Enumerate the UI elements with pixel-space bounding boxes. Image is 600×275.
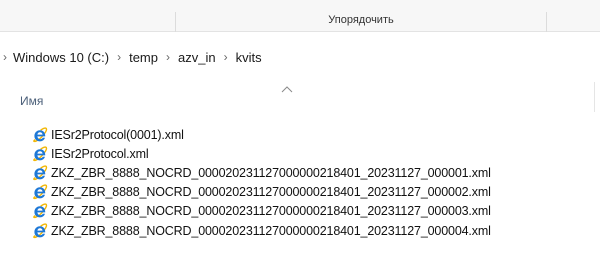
address-bar[interactable]: › Windows 10 (C:) › temp › azv_in › kvit…: [0, 44, 600, 70]
file-name: IESr2Protocol(0001).xml: [51, 127, 184, 142]
file-row[interactable]: IESr2Protocol(0001).xml: [0, 125, 600, 144]
chevron-right-icon[interactable]: ›: [117, 50, 121, 64]
file-name: ZKZ_ZBR_8888_NOCRD_000020231127000000218…: [51, 204, 491, 219]
file-name: ZKZ_ZBR_8888_NOCRD_000020231127000000218…: [51, 165, 491, 180]
internet-explorer-xml-icon: [33, 165, 48, 181]
file-name: ZKZ_ZBR_8888_NOCRD_000020231127000000218…: [51, 223, 491, 238]
breadcrumb-drive[interactable]: Windows 10 (C:): [13, 50, 109, 65]
file-name: IESr2Protocol.xml: [51, 146, 149, 161]
column-header-name[interactable]: Имя: [20, 94, 43, 108]
breadcrumb-azv-in[interactable]: azv_in: [178, 50, 216, 65]
file-name: ZKZ_ZBR_8888_NOCRD_000020231127000000218…: [51, 185, 491, 200]
chevron-right-icon[interactable]: ›: [166, 50, 170, 64]
file-row[interactable]: ZKZ_ZBR_8888_NOCRD_000020231127000000218…: [0, 183, 600, 202]
breadcrumb-temp[interactable]: temp: [129, 50, 158, 65]
internet-explorer-xml-icon: [33, 146, 48, 161]
ribbon-group-organize: Упорядочить: [328, 14, 394, 26]
sort-asc-icon: [281, 86, 293, 93]
ribbon-separator: [546, 12, 547, 32]
file-row[interactable]: ZKZ_ZBR_8888_NOCRD_000020231127000000218…: [0, 163, 600, 182]
file-list: IESr2Protocol(0001).xml IESr2Protocol.xm…: [0, 125, 600, 240]
breadcrumb-kvits[interactable]: kvits: [236, 50, 262, 65]
file-row[interactable]: ZKZ_ZBR_8888_NOCRD_000020231127000000218…: [0, 202, 600, 221]
chevron-right-icon[interactable]: ›: [224, 50, 228, 64]
column-header-row: Имя: [0, 82, 600, 112]
ribbon: Упорядочить: [0, 0, 600, 32]
column-divider[interactable]: [594, 82, 595, 112]
internet-explorer-xml-icon: [33, 222, 48, 238]
file-row[interactable]: ZKZ_ZBR_8888_NOCRD_000020231127000000218…: [0, 221, 600, 240]
chevron-right-icon[interactable]: ›: [3, 50, 7, 64]
file-row[interactable]: IESr2Protocol.xml: [0, 144, 600, 163]
internet-explorer-xml-icon: [33, 184, 48, 200]
internet-explorer-xml-icon: [33, 203, 48, 219]
internet-explorer-xml-icon: [33, 127, 48, 142]
